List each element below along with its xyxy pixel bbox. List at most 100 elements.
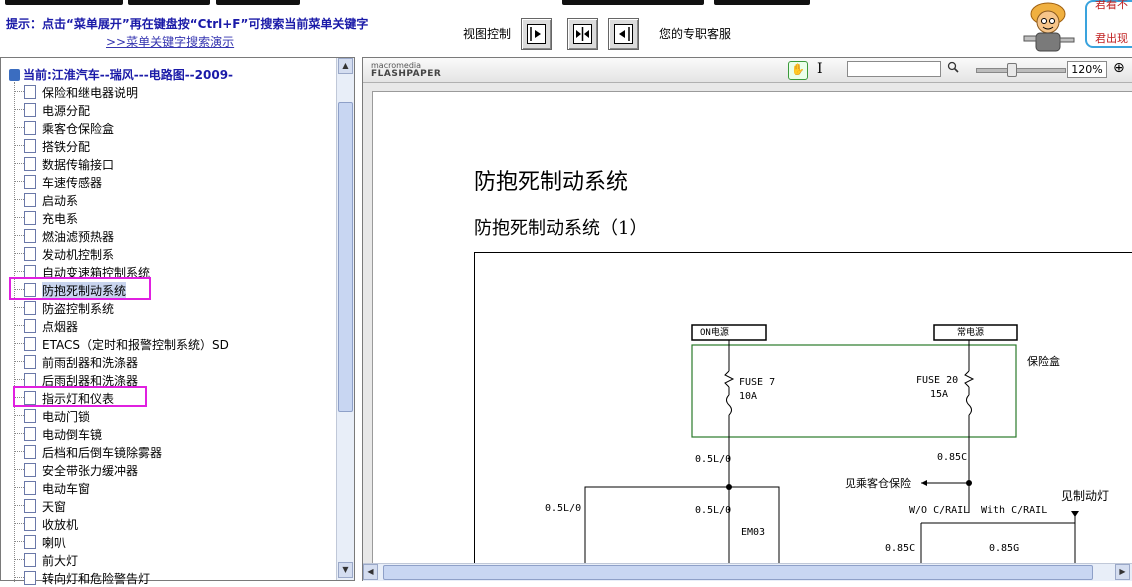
tree-item[interactable]: 启动系 [1,191,335,209]
text-select-icon[interactable]: I [817,61,823,77]
document-title: 防抱死制动系统 [474,170,629,195]
label-wire-b2: 0.85G [989,543,1020,554]
tree-item[interactable]: 后档和后倒车镜除雾器 [1,443,335,461]
tree-item[interactable]: 电动车窗 [1,479,335,497]
mascot-icon [1012,0,1090,55]
scroll-right-icon[interactable]: ▶ [1115,564,1130,580]
document-icon [24,247,36,261]
zoom-level-field[interactable]: 120% [1067,61,1107,78]
label-see-fuse: 见乘客仓保险 [845,477,911,490]
scroll-left-icon[interactable]: ◀ [363,564,378,580]
customer-service-label[interactable]: 您的专职客服 [659,25,731,42]
tree-item[interactable]: 收放机 [1,515,335,533]
scroll-up-icon[interactable]: ▲ [338,58,353,74]
tree-connector [14,415,24,416]
expand-right-icon [527,24,546,44]
document-icon [24,301,36,315]
tree-connector [14,505,24,506]
tree-item[interactable]: 车速传感器 [1,173,335,191]
tree-connector [14,253,24,254]
tree-item-label: 燃油滤预热器 [42,230,115,244]
scroll-down-icon[interactable]: ▼ [338,562,353,578]
tree-item[interactable]: 防盗控制系统 [1,299,335,317]
tree-item[interactable]: 发动机控制系 [1,245,335,263]
tree-connector [14,199,24,200]
document-icon [24,211,36,225]
search-icon[interactable] [947,61,959,73]
tree-item[interactable]: 燃油滤预热器 [1,227,335,245]
view-expand-right-button[interactable] [521,18,552,50]
tree-item-label: 安全带张力缓冲器 [42,464,139,478]
tree-connector [14,109,24,110]
tree-item-label: 前大灯 [42,554,79,568]
tree-item[interactable]: 点烟器 [1,317,335,335]
tree-connector [14,433,24,434]
tree-item-label: 车速传感器 [42,176,103,190]
document-icon [24,535,36,549]
tree-item-label: 防盗控制系统 [42,302,115,316]
logo-big: FLASHPAPER [371,69,442,79]
document-icon [24,499,36,513]
doc-search-input[interactable] [847,61,941,77]
tree-connector [14,487,24,488]
tree-item[interactable]: 数据传输接口 [1,155,335,173]
tree-scroll-thumb[interactable] [338,102,353,412]
tree-item-label: 充电系 [42,212,79,226]
tree-item[interactable]: 前大灯 [1,551,335,569]
tree-item[interactable]: 转向灯和危险警告灯 [1,569,335,587]
document-icon [24,427,36,441]
viewer-horizontal-scrollbar[interactable]: ◀ ▶ [363,563,1132,581]
tree-item[interactable]: 电动门锁 [1,407,335,425]
document-icon [24,121,36,135]
tree-item[interactable]: 电动倒车镜 [1,425,335,443]
label-connector: EM03 [741,527,766,538]
tree-connector [14,163,24,164]
tree-item[interactable]: 天窗 [1,497,335,515]
label-wire-far-left: 0.5L/0 [545,503,582,514]
top-menu-button-3[interactable] [216,0,300,5]
top-menu-button-1[interactable] [5,0,123,5]
tree-connector [14,559,24,560]
fit-page-icon[interactable]: ⊕ [1113,60,1125,76]
tree-item[interactable]: 充电系 [1,209,335,227]
tree-item[interactable]: 前雨刮器和洗涤器 [1,353,335,371]
top-toolbar: 提示：点击“菜单展开”再在键盘按“Ctrl+F”可搜索当前菜单关键字 >>菜单关… [0,0,1132,56]
viewer-scroll-thumb[interactable] [383,565,1093,580]
tree-root[interactable]: 当前:江淮汽车--瑞风---电路图--2009- [9,66,233,83]
tree-connector [14,577,24,578]
tree-item-label: 电动门锁 [42,410,91,424]
tree-item[interactable]: 电源分配 [1,101,335,119]
tree-item-label: 电动车窗 [42,482,91,496]
tree-item[interactable]: 乘客仓保险盒 [1,119,335,137]
document-scroll-area[interactable]: 防抱死制动系统 防抱死制动系统（1） ON电源 常电源 保险盒 FUSE 7 1… [363,83,1132,565]
tree-item[interactable]: ETACS（定时和报警控制系统）SD [1,335,335,353]
view-split-button[interactable] [567,18,598,50]
search-hint-text: 提示：点击“菜单展开”再在键盘按“Ctrl+F”可搜索当前菜单关键字 [6,17,369,31]
tree-vertical-scrollbar[interactable]: ▲ ▼ [336,58,354,580]
hand-tool-icon[interactable]: ✋ [788,61,808,80]
tree-item-label: 点烟器 [42,320,79,334]
zoom-slider-thumb[interactable] [1007,63,1017,77]
flashpaper-viewer: macromedia FLASHPAPER ✋ I 120% ⊕ 防抱死制动系统… [362,57,1132,581]
search-demo-link[interactable]: >>菜单关键字搜索演示 [106,33,234,50]
view-expand-left-button[interactable] [608,18,639,50]
label-wire-b1: 0.85C [885,543,916,554]
tree-item[interactable]: 搭铁分配 [1,137,335,155]
label-fuse-left: FUSE 7 [739,377,776,388]
tree-item[interactable]: 喇叭 [1,533,335,551]
zoom-slider-track[interactable] [976,68,1066,73]
tree-item-label: ETACS（定时和报警控制系统）SD [42,338,229,352]
tree-item-label: 乘客仓保险盒 [42,122,115,136]
top-menu-button-2[interactable] [128,0,210,5]
tree-connector [14,91,24,92]
menu-tree-panel: 当前:江淮汽车--瑞风---电路图--2009- 保险和继电器说明 电源分配乘客仓… [0,57,355,586]
tree-item[interactable]: 保险和继电器说明 [1,83,335,101]
top-menu-button-4[interactable] [562,0,704,5]
label-wire-right: 0.85C [937,452,968,463]
top-menu-button-5[interactable] [714,0,810,5]
split-view-icon [573,24,592,44]
document-icon [24,175,36,189]
tree-item-label: 搭铁分配 [42,140,91,154]
document-page: 防抱死制动系统 防抱死制动系统（1） ON电源 常电源 保险盒 FUSE 7 1… [372,91,1132,565]
tree-item[interactable]: 安全带张力缓冲器 [1,461,335,479]
